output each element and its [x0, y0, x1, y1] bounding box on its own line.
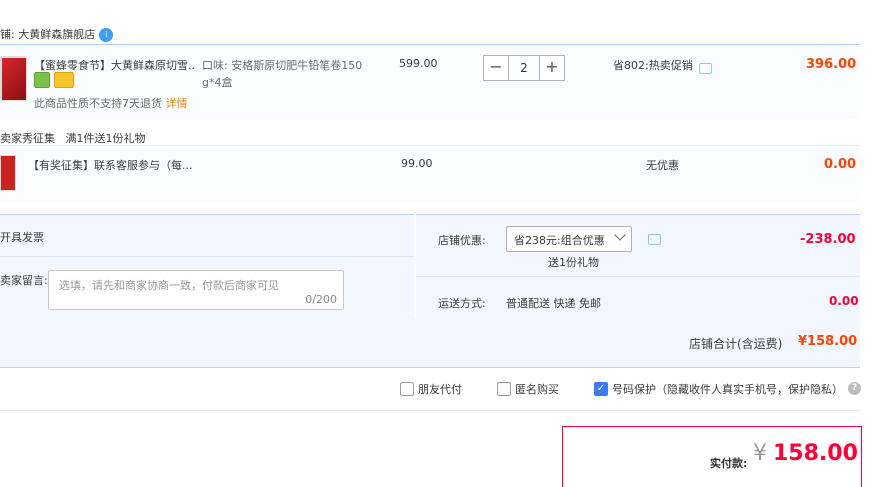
- item-subtotal: 396.00: [806, 57, 857, 72]
- privacy-option[interactable]: ✓ 号码保护（隐藏收件人真实手机号，保护隐私）: [594, 381, 843, 397]
- payment-amount: 158.00: [773, 441, 858, 466]
- sku-line-1: 口味: 安格斯原切肥牛铅笔卷150: [202, 59, 363, 72]
- gift-unit-price: 99.00: [401, 157, 433, 170]
- sku-line-2: g*4盒: [202, 76, 233, 89]
- payment-label: 实付款:: [710, 457, 748, 470]
- discount-select[interactable]: 省238元:组合优惠: [506, 226, 632, 252]
- store-total-amount: ¥158.00: [798, 334, 858, 349]
- product-tags: [34, 72, 74, 88]
- store-total-label: 店铺合计(含运费): [689, 337, 783, 351]
- sku-info: 口味: 安格斯原切肥牛铅笔卷150 g*4盒: [202, 57, 372, 91]
- discount-select-value: 省238元:组合优惠: [514, 234, 605, 247]
- discount-gift-note: 送1份礼物: [548, 256, 599, 269]
- store-discount-label: 店铺优惠:: [438, 234, 486, 247]
- friend-pay-option[interactable]: 朋友代付: [400, 381, 462, 397]
- help-icon[interactable]: ?: [848, 382, 861, 395]
- shipping-method: 普通配送 快递 免邮: [506, 297, 601, 310]
- credit-card-icon: [54, 72, 74, 88]
- return-detail-link[interactable]: 详情: [166, 97, 188, 110]
- return-notice-text: 此商品性质不支持7天退货: [34, 97, 162, 110]
- privacy-checkbox[interactable]: ✓: [594, 382, 608, 396]
- product-thumbnail[interactable]: [0, 56, 27, 101]
- shipping-label: 运送方式:: [438, 297, 486, 310]
- gift-promo: 无优惠: [646, 159, 679, 172]
- divider: [0, 256, 414, 257]
- divider: [0, 410, 860, 411]
- chevron-down-icon: [614, 229, 626, 241]
- gift-subtotal: 0.00: [824, 157, 857, 172]
- message-label: 卖家留言:: [0, 274, 48, 287]
- return-notice: 此商品性质不支持7天退货 详情: [34, 95, 188, 111]
- invoice-option[interactable]: 开具发票: [0, 229, 44, 245]
- anonymous-checkbox[interactable]: [497, 382, 511, 396]
- guarantee-icon: [34, 72, 50, 88]
- decrease-button[interactable]: −: [483, 55, 509, 81]
- payment-summary-box: 实付款: ¥ 158.00: [562, 426, 862, 487]
- message-counter: 0/200: [305, 293, 337, 306]
- friend-pay-label: 朋友代付: [418, 383, 462, 396]
- quantity-input[interactable]: 2: [509, 55, 539, 81]
- unit-price: 599.00: [399, 57, 438, 70]
- discount-chat-icon[interactable]: [648, 234, 661, 245]
- gift-thumbnail[interactable]: [0, 155, 16, 191]
- privacy-label: 号码保护（隐藏收件人真实手机号，保护隐私）: [612, 383, 843, 396]
- store-chat-icon[interactable]: i: [99, 28, 114, 42]
- product-title[interactable]: 【蜜蜂零食节】大黄鲜森原切雪...: [34, 57, 196, 73]
- promo-text: 省802:热卖促销: [613, 59, 693, 72]
- gift-title[interactable]: 【有奖征集】联系客服参与（每...: [28, 157, 193, 173]
- store-discount-amount: -238.00: [800, 232, 856, 247]
- anonymous-label: 匿名购买: [515, 383, 559, 396]
- message-placeholder: 选填，请先和商家协商一致，付款后商家可见: [59, 279, 279, 292]
- promo-chat-icon[interactable]: [698, 62, 712, 74]
- gift-promo-header: 卖家秀征集 满1件送1份礼物: [0, 132, 146, 145]
- store-name[interactable]: 铺: 大黄鲜森旗舰店: [0, 28, 95, 41]
- increase-button[interactable]: +: [539, 55, 565, 81]
- store-name-row[interactable]: 铺: 大黄鲜森旗舰店 i: [0, 26, 114, 42]
- message-textarea[interactable]: 选填，请先和商家协商一致，付款后商家可见 0/200: [48, 270, 344, 310]
- friend-pay-checkbox[interactable]: [400, 382, 414, 396]
- payment-currency: ¥: [753, 441, 767, 466]
- shipping-amount: 0.00: [829, 294, 859, 308]
- gift-item-row: [0, 145, 860, 202]
- anonymous-option[interactable]: 匿名购买: [497, 381, 559, 397]
- quantity-stepper[interactable]: − 2 +: [483, 55, 565, 81]
- promo-info: 省802:热卖促销: [613, 57, 712, 74]
- divider: [416, 276, 860, 277]
- store-total-row: 店铺合计(含运费) ¥158.00: [0, 319, 860, 368]
